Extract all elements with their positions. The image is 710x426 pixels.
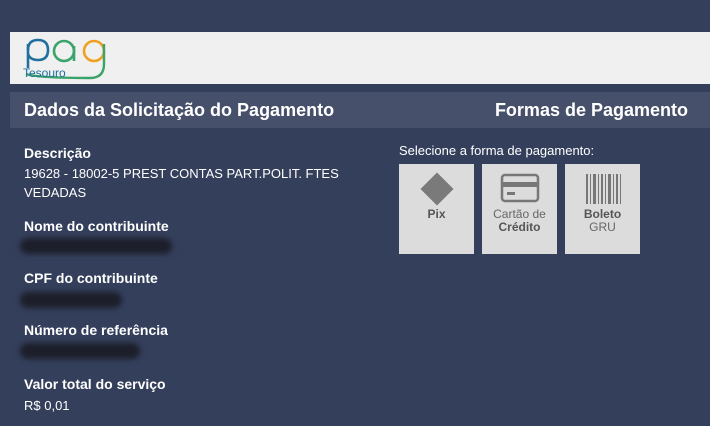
- barcode-icon: [585, 174, 621, 204]
- select-payment-label: Selecione a forma de pagamento:: [399, 143, 595, 158]
- cpf-label: CPF do contribuinte: [24, 270, 158, 286]
- pix-icon: [420, 172, 453, 206]
- valor-value: R$ 0,01: [24, 398, 70, 413]
- credit-card-label-line1: Cartão de: [493, 207, 546, 221]
- valor-label: Valor total do serviço: [24, 376, 166, 392]
- redacted-cpf: [20, 292, 122, 308]
- boleto-label: Boleto GRU: [565, 208, 640, 234]
- descricao-value: 19628 - 18002-5 PREST CONTAS PART.POLIT.…: [24, 166, 339, 200]
- credit-card-label-line2: Crédito: [498, 220, 541, 234]
- section-header-bar: Dados da Solicitação do Pagamento Formas…: [10, 92, 710, 128]
- pix-button[interactable]: Pix: [399, 164, 474, 254]
- boleto-label-line1: Boleto: [583, 207, 622, 221]
- top-logo-bar: Tesouro: [10, 32, 710, 84]
- nome-label: Nome do contribuinte: [24, 218, 169, 234]
- credit-card-icon: [500, 173, 539, 203]
- boleto-button[interactable]: Boleto GRU: [565, 164, 640, 254]
- pix-label: Pix: [427, 207, 446, 221]
- descricao-label: Descrição: [24, 145, 91, 161]
- request-data-title: Dados da Solicitação do Pagamento: [24, 100, 335, 120]
- redacted-nome: [20, 238, 172, 254]
- credit-card-button[interactable]: Cartão de Crédito: [482, 164, 557, 254]
- credit-card-label: Cartão de Crédito: [482, 208, 557, 234]
- payment-methods-title: Formas de Pagamento: [494, 100, 688, 120]
- redacted-referencia: [20, 343, 140, 359]
- referencia-label: Número de referência: [24, 322, 168, 338]
- boleto-label-line2: GRU: [589, 220, 616, 234]
- logo-tesouro-text: Tesouro: [23, 66, 66, 80]
